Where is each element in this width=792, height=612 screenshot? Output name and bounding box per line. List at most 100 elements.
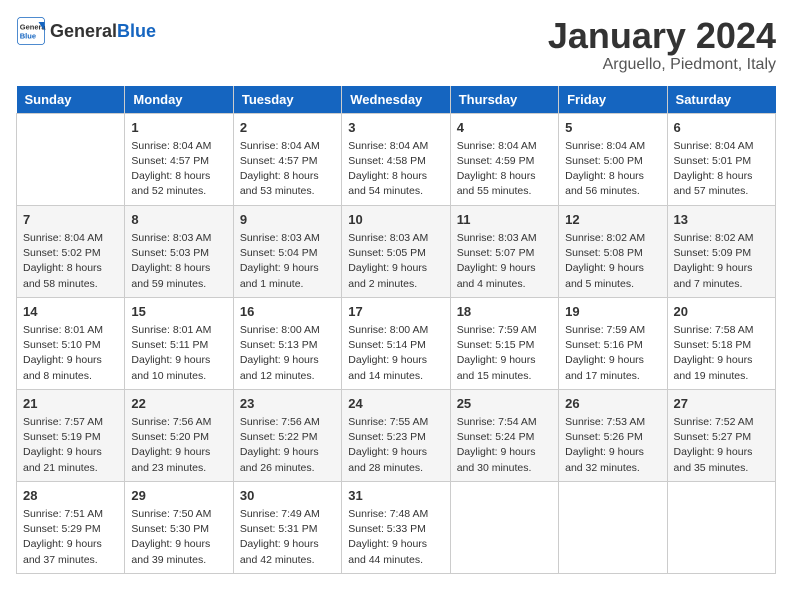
calendar-cell: 20 Sunrise: 7:58 AMSunset: 5:18 PMDayligh…: [667, 297, 775, 389]
calendar-cell: 9 Sunrise: 8:03 AMSunset: 5:04 PMDaylight…: [233, 205, 341, 297]
day-number: 26: [565, 395, 660, 413]
day-info: Sunrise: 8:04 AMSunset: 5:00 PMDaylight:…: [565, 139, 660, 200]
day-number: 29: [131, 487, 226, 505]
calendar-cell: 31 Sunrise: 7:48 AMSunset: 5:33 PMDayligh…: [342, 481, 450, 573]
day-info: Sunrise: 7:48 AMSunset: 5:33 PMDaylight:…: [348, 507, 443, 568]
day-info: Sunrise: 8:03 AMSunset: 5:05 PMDaylight:…: [348, 231, 443, 292]
day-info: Sunrise: 8:00 AMSunset: 5:13 PMDaylight:…: [240, 323, 335, 384]
calendar-cell: 17Sunrise: 8:00 AMSunset: 5:14 PMDayligh…: [342, 297, 450, 389]
day-number: 1: [131, 119, 226, 137]
calendar-cell: 26 Sunrise: 7:53 AMSunset: 5:26 PMDayligh…: [559, 389, 667, 481]
day-info: Sunrise: 8:04 AMSunset: 4:57 PMDaylight:…: [131, 139, 226, 200]
weekday-header-thursday: Thursday: [450, 86, 558, 114]
day-info: Sunrise: 7:56 AMSunset: 5:20 PMDaylight:…: [131, 415, 226, 476]
day-number: 7: [23, 211, 118, 229]
day-info: Sunrise: 8:04 AMSunset: 4:59 PMDaylight:…: [457, 139, 552, 200]
day-number: 20: [674, 303, 769, 321]
day-number: 31: [348, 487, 443, 505]
calendar-cell: 2Sunrise: 8:04 AMSunset: 4:57 PMDaylight…: [233, 113, 341, 205]
calendar-cell: 12 Sunrise: 8:02 AMSunset: 5:08 PMDayligh…: [559, 205, 667, 297]
calendar-cell: 18Sunrise: 7:59 AMSunset: 5:15 PMDayligh…: [450, 297, 558, 389]
calendar-cell: [17, 113, 125, 205]
day-info: Sunrise: 8:04 AMSunset: 5:02 PMDaylight:…: [23, 231, 118, 292]
calendar-cell: 29 Sunrise: 7:50 AMSunset: 5:30 PMDayligh…: [125, 481, 233, 573]
weekday-header-friday: Friday: [559, 86, 667, 114]
day-number: 21: [23, 395, 118, 413]
day-number: 12: [565, 211, 660, 229]
calendar-cell: 19Sunrise: 7:59 AMSunset: 5:16 PMDayligh…: [559, 297, 667, 389]
day-info: Sunrise: 7:50 AMSunset: 5:30 PMDaylight:…: [131, 507, 226, 568]
logo-icon: General Blue: [16, 16, 46, 46]
day-info: Sunrise: 8:03 AMSunset: 5:04 PMDaylight:…: [240, 231, 335, 292]
weekday-header-sunday: Sunday: [17, 86, 125, 114]
svg-text:Blue: Blue: [20, 32, 36, 41]
calendar-cell: 8 Sunrise: 8:03 AMSunset: 5:03 PMDaylight…: [125, 205, 233, 297]
day-info: Sunrise: 8:04 AMSunset: 4:57 PMDaylight:…: [240, 139, 335, 200]
day-info: Sunrise: 7:58 AMSunset: 5:18 PMDaylight:…: [674, 323, 769, 384]
day-number: 15: [131, 303, 226, 321]
day-info: Sunrise: 7:49 AMSunset: 5:31 PMDaylight:…: [240, 507, 335, 568]
day-info: Sunrise: 7:57 AMSunset: 5:19 PMDaylight:…: [23, 415, 118, 476]
calendar-cell: 11 Sunrise: 8:03 AMSunset: 5:07 PMDayligh…: [450, 205, 558, 297]
day-number: 14: [23, 303, 118, 321]
day-info: Sunrise: 7:51 AMSunset: 5:29 PMDaylight:…: [23, 507, 118, 568]
calendar-week-row: 14 Sunrise: 8:01 AMSunset: 5:10 PMDayligh…: [17, 297, 776, 389]
day-number: 16: [240, 303, 335, 321]
calendar-cell: 14 Sunrise: 8:01 AMSunset: 5:10 PMDayligh…: [17, 297, 125, 389]
weekday-header-wednesday: Wednesday: [342, 86, 450, 114]
calendar-cell: 7 Sunrise: 8:04 AMSunset: 5:02 PMDaylight…: [17, 205, 125, 297]
weekday-header-saturday: Saturday: [667, 86, 775, 114]
calendar-week-row: 28Sunrise: 7:51 AMSunset: 5:29 PMDayligh…: [17, 481, 776, 573]
calendar-cell: 4Sunrise: 8:04 AMSunset: 4:59 PMDaylight…: [450, 113, 558, 205]
day-number: 23: [240, 395, 335, 413]
calendar-cell: 1 Sunrise: 8:04 AMSunset: 4:57 PMDaylight…: [125, 113, 233, 205]
day-info: Sunrise: 8:00 AMSunset: 5:14 PMDaylight:…: [348, 323, 443, 384]
day-info: Sunrise: 8:04 AMSunset: 4:58 PMDaylight:…: [348, 139, 443, 200]
calendar-cell: 16 Sunrise: 8:00 AMSunset: 5:13 PMDayligh…: [233, 297, 341, 389]
day-number: 27: [674, 395, 769, 413]
calendar-cell: 28Sunrise: 7:51 AMSunset: 5:29 PMDayligh…: [17, 481, 125, 573]
day-info: Sunrise: 7:55 AMSunset: 5:23 PMDaylight:…: [348, 415, 443, 476]
day-info: Sunrise: 7:56 AMSunset: 5:22 PMDaylight:…: [240, 415, 335, 476]
calendar-cell: [667, 481, 775, 573]
calendar-cell: 27 Sunrise: 7:52 AMSunset: 5:27 PMDayligh…: [667, 389, 775, 481]
day-number: 9: [240, 211, 335, 229]
weekday-header-monday: Monday: [125, 86, 233, 114]
logo-general-text: General: [50, 21, 117, 41]
calendar-cell: 10Sunrise: 8:03 AMSunset: 5:05 PMDayligh…: [342, 205, 450, 297]
day-info: Sunrise: 8:04 AMSunset: 5:01 PMDaylight:…: [674, 139, 769, 200]
day-number: 24: [348, 395, 443, 413]
day-number: 25: [457, 395, 552, 413]
day-info: Sunrise: 8:02 AMSunset: 5:08 PMDaylight:…: [565, 231, 660, 292]
day-number: 13: [674, 211, 769, 229]
day-number: 11: [457, 211, 552, 229]
calendar-cell: 25 Sunrise: 7:54 AMSunset: 5:24 PMDayligh…: [450, 389, 558, 481]
calendar-cell: 21 Sunrise: 7:57 AMSunset: 5:19 PMDayligh…: [17, 389, 125, 481]
calendar-cell: 15 Sunrise: 8:01 AMSunset: 5:11 PMDayligh…: [125, 297, 233, 389]
weekday-header-tuesday: Tuesday: [233, 86, 341, 114]
calendar-cell: [450, 481, 558, 573]
day-info: Sunrise: 7:59 AMSunset: 5:15 PMDaylight:…: [457, 323, 552, 384]
day-info: Sunrise: 7:52 AMSunset: 5:27 PMDaylight:…: [674, 415, 769, 476]
day-number: 6: [674, 119, 769, 137]
calendar-cell: 30Sunrise: 7:49 AMSunset: 5:31 PMDayligh…: [233, 481, 341, 573]
calendar-week-row: 1 Sunrise: 8:04 AMSunset: 4:57 PMDaylight…: [17, 113, 776, 205]
calendar-table: SundayMondayTuesdayWednesdayThursdayFrid…: [16, 86, 776, 574]
day-number: 3: [348, 119, 443, 137]
calendar-cell: 24 Sunrise: 7:55 AMSunset: 5:23 PMDayligh…: [342, 389, 450, 481]
day-number: 22: [131, 395, 226, 413]
day-info: Sunrise: 8:03 AMSunset: 5:03 PMDaylight:…: [131, 231, 226, 292]
day-number: 8: [131, 211, 226, 229]
day-info: Sunrise: 8:01 AMSunset: 5:11 PMDaylight:…: [131, 323, 226, 384]
calendar-cell: 13Sunrise: 8:02 AMSunset: 5:09 PMDayligh…: [667, 205, 775, 297]
day-info: Sunrise: 7:54 AMSunset: 5:24 PMDaylight:…: [457, 415, 552, 476]
day-info: Sunrise: 7:53 AMSunset: 5:26 PMDaylight:…: [565, 415, 660, 476]
day-number: 19: [565, 303, 660, 321]
month-title: January 2024: [548, 16, 776, 56]
calendar-cell: 6 Sunrise: 8:04 AMSunset: 5:01 PMDaylight…: [667, 113, 775, 205]
day-info: Sunrise: 8:01 AMSunset: 5:10 PMDaylight:…: [23, 323, 118, 384]
calendar-cell: [559, 481, 667, 573]
calendar-cell: 23 Sunrise: 7:56 AMSunset: 5:22 PMDayligh…: [233, 389, 341, 481]
calendar-cell: 22 Sunrise: 7:56 AMSunset: 5:20 PMDayligh…: [125, 389, 233, 481]
day-info: Sunrise: 8:03 AMSunset: 5:07 PMDaylight:…: [457, 231, 552, 292]
